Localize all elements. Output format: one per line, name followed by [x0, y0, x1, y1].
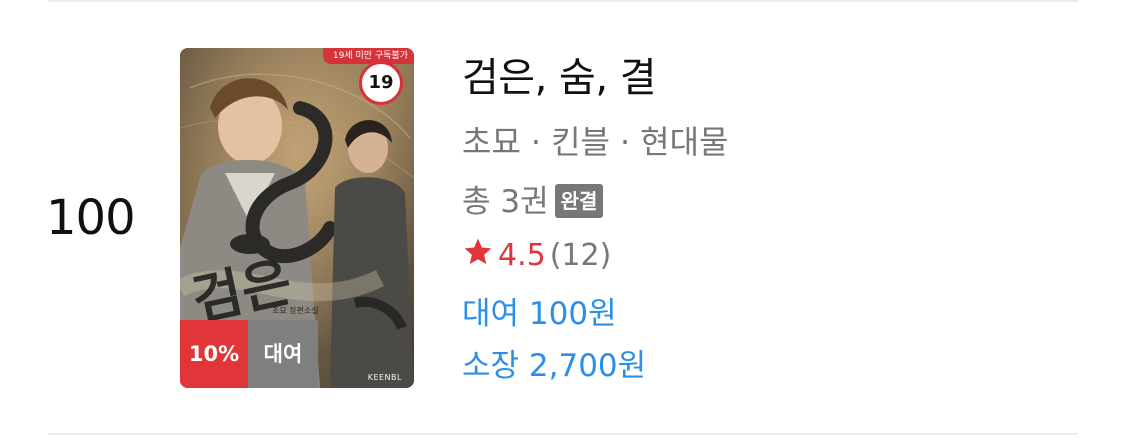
discount-badge: 10% [180, 320, 248, 388]
volume-count: 총 3권 [462, 184, 549, 220]
volume-row: 총 3권 완결 [462, 182, 604, 222]
cover-author-text: 초묘 장편소설 [272, 306, 319, 315]
complete-badge: 완결 [554, 184, 604, 218]
book-cover[interactable]: 검은 초묘 장편소설 KEENBL 19세 미만 구독불가 19 10% 대여 [180, 48, 414, 388]
meta-separator: · [530, 123, 542, 161]
age-restriction-ribbon: 19세 미만 구독불가 [322, 48, 414, 64]
star-icon [464, 238, 492, 265]
book-meta: 초묘 · 킨블 · 현대물 [462, 122, 728, 162]
rank-number: 100 [46, 190, 136, 246]
top-divider [48, 0, 1078, 2]
own-price[interactable]: 소장 2,700원 [462, 346, 646, 386]
rent-badge: 대여 [248, 320, 318, 388]
rating-value: 4.5 [498, 238, 546, 273]
book-title[interactable]: 검은, 숨, 결 [462, 54, 657, 102]
genre-label: 현대물 [640, 123, 729, 161]
category-label: 킨블 [551, 123, 610, 161]
bottom-divider [48, 433, 1078, 435]
age-19-badge: 19 [359, 61, 403, 105]
publisher-logo: KEENBL [367, 373, 402, 382]
rating-row: 4.5 (12) [462, 236, 611, 276]
rating-count: (12) [549, 238, 612, 273]
book-list-item[interactable]: 100 검은 초묘 장편소설 KEENBL 19세 미만 구독불가 19 10%… [0, 0, 1125, 444]
rent-price[interactable]: 대여 100원 [462, 294, 617, 334]
meta-separator: · [619, 123, 631, 161]
author-link[interactable]: 초묘 [462, 123, 521, 161]
